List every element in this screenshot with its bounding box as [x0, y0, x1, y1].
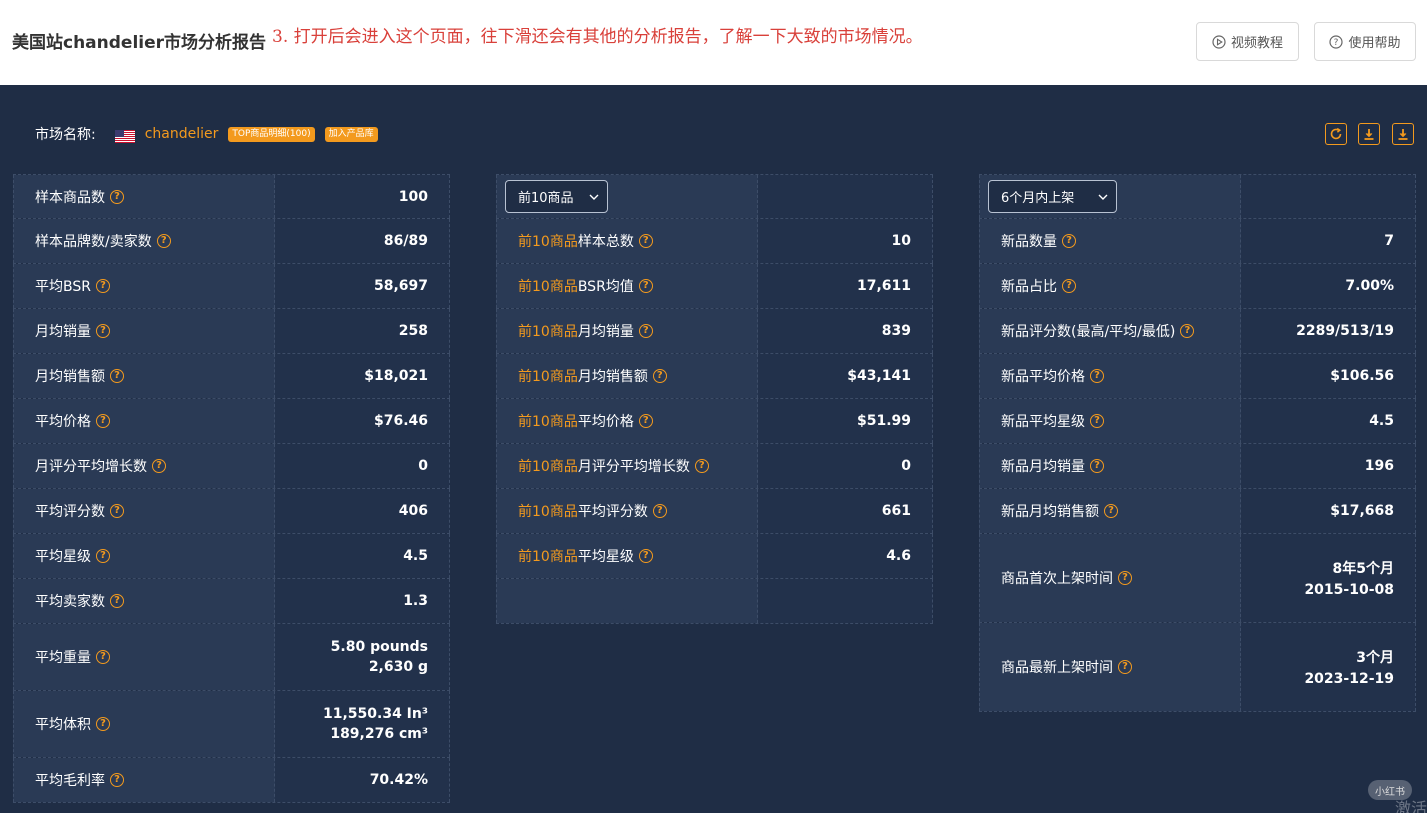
- help-icon[interactable]: ?: [110, 369, 124, 383]
- table-row: 新品占比? 7.00%: [979, 264, 1416, 309]
- top-products-tag[interactable]: TOP商品明细(100): [228, 126, 315, 142]
- table-row: 平均星级? 4.5: [13, 534, 450, 579]
- download-button[interactable]: [1358, 123, 1380, 145]
- table-row: 平均卖家数? 1.3: [13, 579, 450, 624]
- help-icon[interactable]: ?: [1062, 234, 1076, 248]
- table-row: 平均价格? $76.46: [13, 399, 450, 444]
- help-icon[interactable]: ?: [638, 549, 653, 563]
- export-button[interactable]: [1392, 123, 1414, 145]
- help-icon[interactable]: ?: [1180, 324, 1195, 338]
- video-tutorial-button[interactable]: 视频教程: [1196, 22, 1299, 61]
- help-icon[interactable]: ?: [652, 369, 667, 383]
- market-label: 市场名称:: [35, 127, 96, 143]
- help-icon[interactable]: ?: [96, 650, 110, 664]
- help-icon[interactable]: ?: [1104, 504, 1118, 518]
- help-icon[interactable]: ?: [96, 414, 110, 428]
- table-row: 前10商品 平均价格? $51.99: [496, 399, 933, 444]
- add-to-library-tag[interactable]: 加入产品库: [324, 126, 378, 142]
- refresh-button[interactable]: [1325, 123, 1347, 145]
- table-row: 前10商品 月评分平均增长数? 0: [496, 444, 933, 489]
- play-circle-icon: [1212, 34, 1226, 49]
- table-row: 前10商品 BSR均值? 17,611: [496, 264, 933, 309]
- table-row: 新品平均价格? $106.56: [979, 354, 1416, 399]
- table-row: 月评分平均增长数? 0: [13, 444, 450, 489]
- help-button[interactable]: ? 使用帮助: [1314, 22, 1416, 61]
- table-row: 前10商品: [496, 174, 933, 219]
- table-row: 月均销售额? $18,021: [13, 354, 450, 399]
- activation-watermark: 激活: [1395, 799, 1427, 813]
- download-icon: [1362, 127, 1376, 141]
- help-icon[interactable]: ?: [1118, 571, 1132, 585]
- help-label: 使用帮助: [1348, 36, 1401, 51]
- help-icon[interactable]: ?: [652, 504, 667, 518]
- table-row: 新品数量? 7: [979, 219, 1416, 264]
- help-icon[interactable]: ?: [96, 549, 110, 563]
- help-icon[interactable]: ?: [96, 324, 110, 338]
- help-icon[interactable]: ?: [152, 459, 166, 473]
- help-icon[interactable]: ?: [1118, 660, 1132, 674]
- help-icon[interactable]: ?: [156, 234, 171, 248]
- us-flag-icon: [114, 128, 135, 143]
- refresh-icon: [1329, 127, 1343, 141]
- help-icon[interactable]: ?: [1090, 369, 1104, 383]
- table-row: 前10商品 平均评分数? 661: [496, 489, 933, 534]
- table-row: 月均销量? 258: [13, 309, 450, 354]
- help-icon[interactable]: ?: [95, 279, 110, 293]
- help-icon[interactable]: ?: [638, 234, 653, 248]
- question-circle-icon: ?: [1329, 34, 1344, 49]
- help-icon[interactable]: ?: [110, 773, 124, 787]
- table-row: 平均BSR? 58,697: [13, 264, 450, 309]
- annotation-text: 3. 打开后会进入这个页面，往下滑还会有其他的分析报告，了解一下大致的市场情况。: [272, 27, 923, 47]
- download-icon: [1396, 127, 1410, 141]
- help-icon[interactable]: ?: [1090, 459, 1104, 473]
- table-row: 样本品牌数/卖家数? 86/89: [13, 219, 450, 264]
- table-row: 商品最新上架时间? 3个月 2023-12-19: [979, 623, 1416, 712]
- help-icon[interactable]: ?: [1090, 414, 1104, 428]
- table-row: 新品评分数(最高/平均/最低)? 2289/513/19: [979, 309, 1416, 354]
- help-icon[interactable]: ?: [110, 594, 124, 608]
- top-bar: 美国站chandelier市场分析报告 3. 打开后会进入这个页面，往下滑还会有…: [0, 0, 1427, 85]
- table-row: 平均评分数? 406: [13, 489, 450, 534]
- market-info: 市场名称: chandelier TOP商品明细(100) 加入产品库: [35, 124, 378, 144]
- table-row: [496, 579, 933, 624]
- table-row: 平均重量? 5.80 pounds 2,630 g: [13, 624, 450, 691]
- help-icon[interactable]: ?: [638, 324, 653, 338]
- help-icon[interactable]: ?: [110, 504, 124, 518]
- table-row: 平均毛利率? 70.42%: [13, 758, 450, 803]
- help-icon[interactable]: ?: [694, 459, 709, 473]
- help-icon[interactable]: ?: [110, 189, 124, 204]
- new-products-panel: 6个月内上架 新品数量? 7 新品占比? 7.00% 新品评分数(最高/平均/最…: [979, 174, 1416, 712]
- page-title: 美国站chandelier市场分析报告: [12, 33, 267, 53]
- chevron-down-icon: [1098, 189, 1108, 204]
- market-name-link[interactable]: chandelier: [145, 126, 219, 142]
- video-tutorial-label: 视频教程: [1230, 36, 1283, 51]
- top10-stats-panel: 前10商品 前10商品 样本总数? 10 前10商品 BSR均值? 17,611 前…: [496, 174, 933, 624]
- help-icon[interactable]: ?: [1062, 279, 1076, 293]
- chevron-down-icon: [589, 189, 599, 204]
- sample-stats-panel: 样本商品数? 100 样本品牌数/卖家数? 86/89 平均BSR? 58,69…: [13, 174, 450, 803]
- table-row: 新品平均星级? 4.5: [979, 399, 1416, 444]
- period-select[interactable]: 6个月内上架: [988, 180, 1117, 213]
- top10-select[interactable]: 前10商品: [505, 180, 608, 213]
- table-row: 前10商品 月均销售额? $43,141: [496, 354, 933, 399]
- help-icon[interactable]: ?: [96, 717, 110, 731]
- svg-text:?: ?: [1334, 38, 1339, 48]
- help-icon[interactable]: ?: [638, 279, 653, 293]
- table-row: 新品月均销量? 196: [979, 444, 1416, 489]
- table-row: 新品月均销售额? $17,668: [979, 489, 1416, 534]
- table-row: 样本商品数? 100: [13, 174, 450, 219]
- table-row: 商品首次上架时间? 8年5个月 2015-10-08: [979, 534, 1416, 623]
- table-row: 前10商品 样本总数? 10: [496, 219, 933, 264]
- table-row: 前10商品 平均星级? 4.6: [496, 534, 933, 579]
- table-row: 6个月内上架: [979, 174, 1416, 219]
- table-row: 前10商品 月均销量? 839: [496, 309, 933, 354]
- table-row: 平均体积? 11,550.34 In³ 189,276 cm³: [13, 691, 450, 758]
- help-icon[interactable]: ?: [638, 414, 653, 428]
